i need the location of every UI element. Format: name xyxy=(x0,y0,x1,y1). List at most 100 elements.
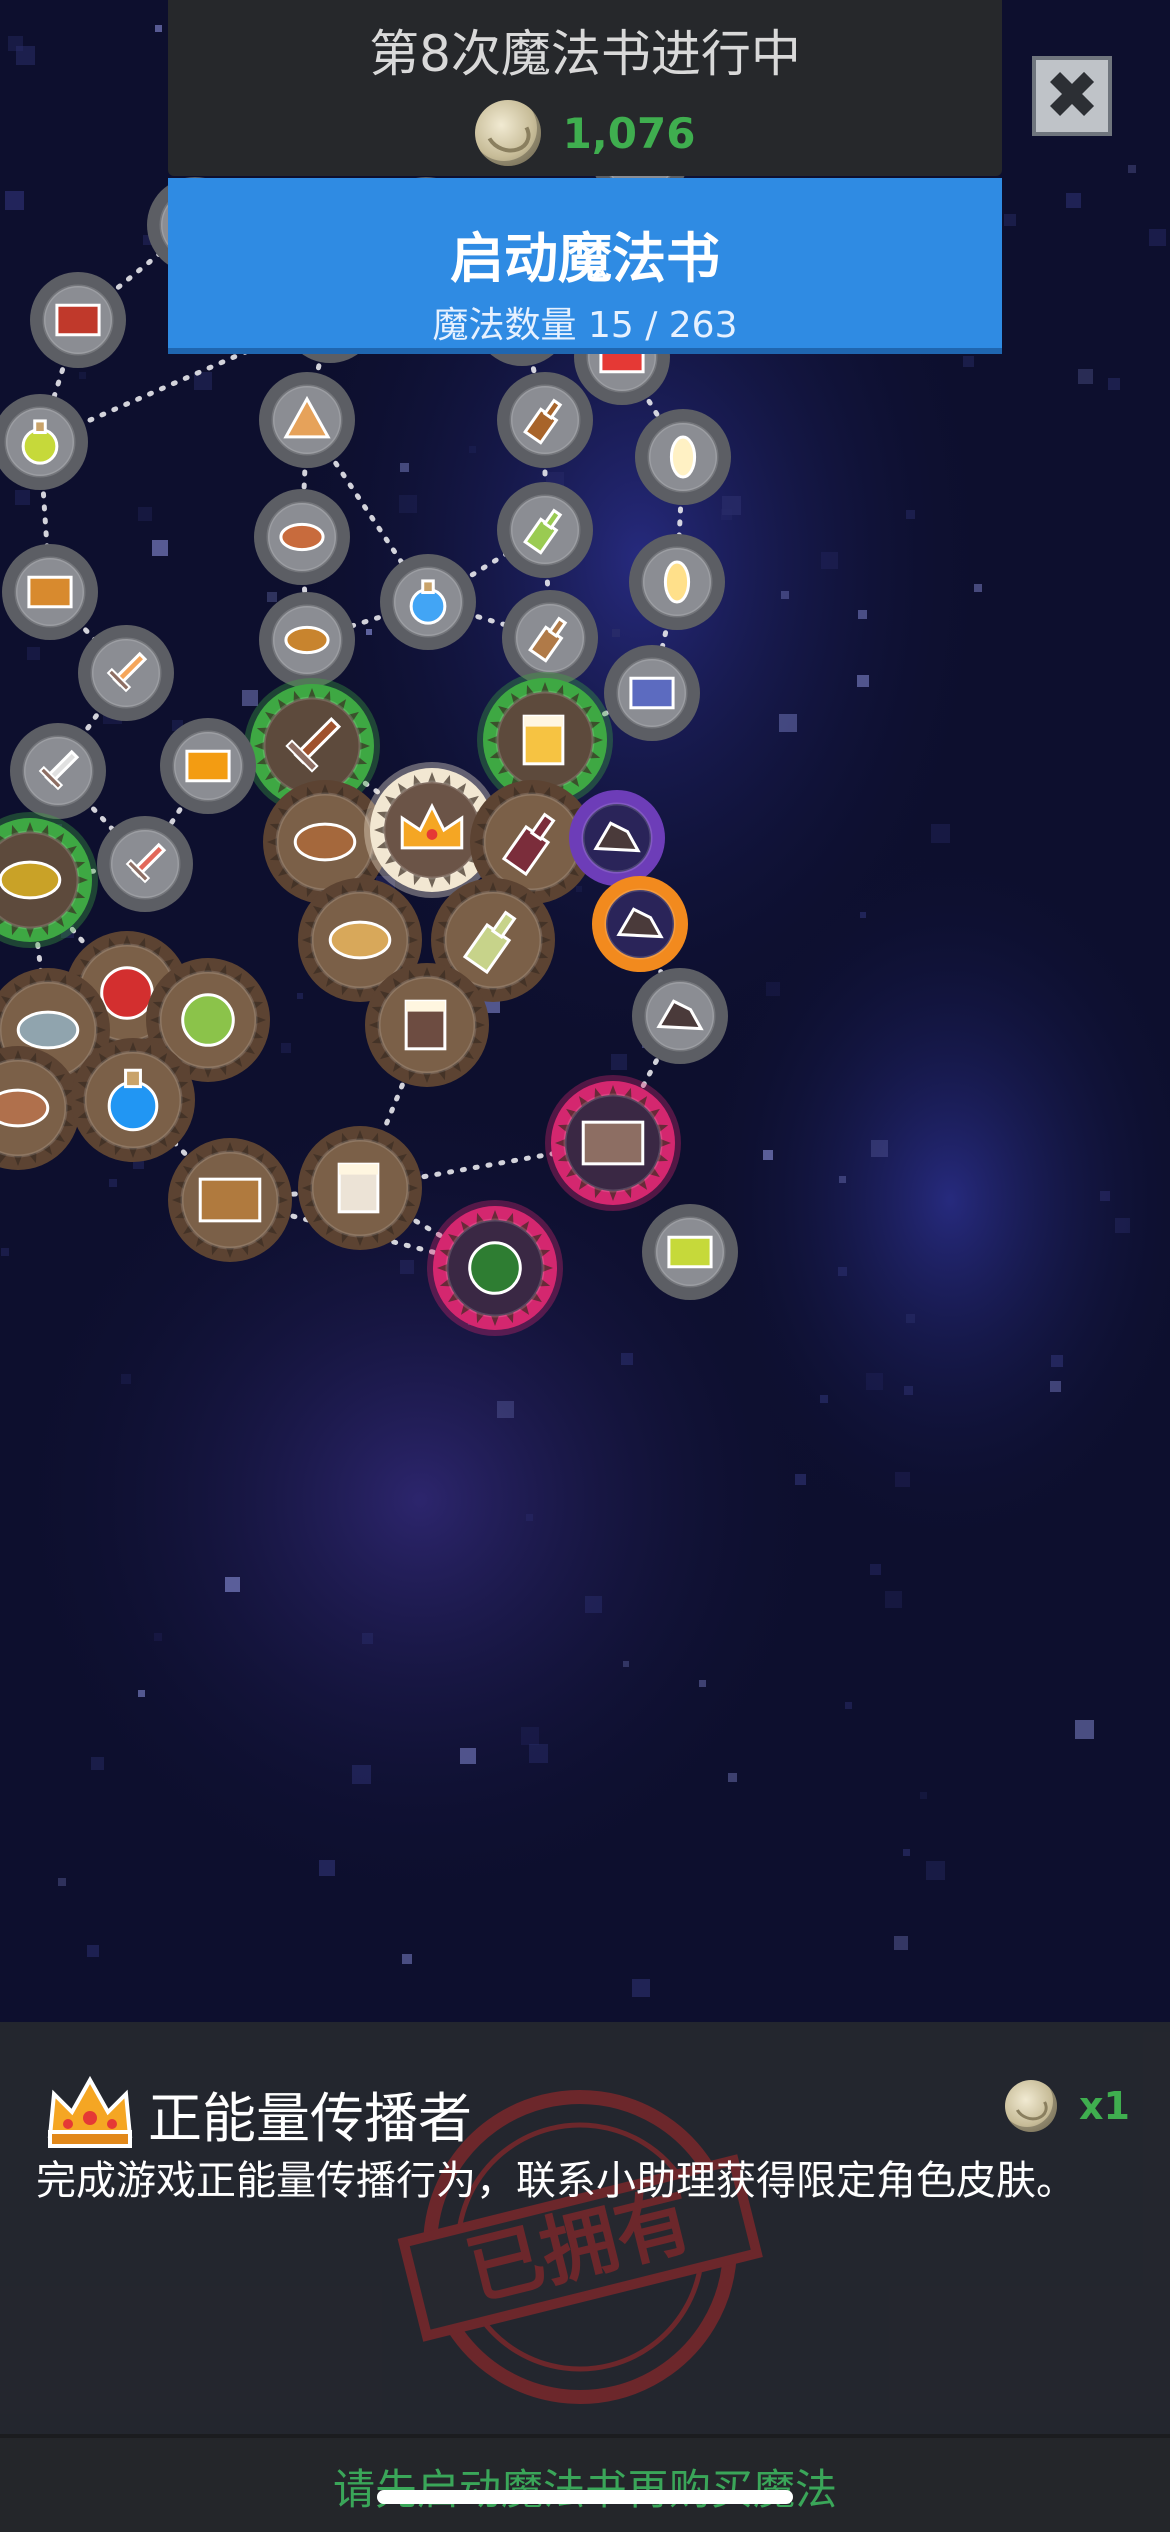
soup-icon xyxy=(328,920,392,960)
leaf-icon xyxy=(468,1241,522,1295)
star-pixel xyxy=(906,510,915,519)
star-pixel xyxy=(766,982,780,996)
start-magic-book-button[interactable]: 启动魔法书 魔法数量 15 / 263 xyxy=(168,178,1002,354)
book-icon xyxy=(198,1177,262,1223)
magic-node-leaf[interactable] xyxy=(427,1200,563,1336)
coffee-icon xyxy=(337,1162,380,1214)
star-pixel xyxy=(904,1386,913,1395)
hotdog-icon xyxy=(279,522,325,552)
star-pixel xyxy=(781,591,789,599)
magic-node-winged-boot[interactable] xyxy=(604,645,700,741)
magic-node-rum-bottle[interactable] xyxy=(502,590,598,686)
star-pixel xyxy=(885,1591,902,1608)
magic-node-pizza[interactable] xyxy=(259,372,355,468)
star-pixel xyxy=(576,886,582,892)
magic-node-stout[interactable] xyxy=(365,963,489,1087)
star-pixel xyxy=(860,912,866,918)
star-pixel xyxy=(1115,1218,1130,1233)
close-button[interactable]: ✖ xyxy=(1032,56,1112,136)
star-pixel xyxy=(469,446,476,453)
magic-node-ore[interactable] xyxy=(592,876,688,972)
magic-node-treasure-chest[interactable] xyxy=(2,544,98,640)
star-pixel xyxy=(857,675,869,687)
star-pixel xyxy=(1,1248,9,1256)
burger-icon xyxy=(284,625,330,655)
purchase-bar[interactable]: 请先启动魔法书再购买魔法 xyxy=(0,2434,1170,2532)
magic-node-sword[interactable] xyxy=(78,625,174,721)
magic-node-blue-potion[interactable] xyxy=(380,554,476,650)
robot-icon xyxy=(581,1120,645,1166)
magic-node-dagger[interactable] xyxy=(10,723,106,819)
stout-icon xyxy=(404,999,447,1051)
star-pixel xyxy=(895,1472,910,1487)
star-pixel xyxy=(871,1140,888,1157)
star-pixel xyxy=(529,1744,548,1763)
winged-boot-icon xyxy=(629,676,675,710)
magic-cost: x1 xyxy=(1005,2080,1130,2132)
magic-node-book[interactable] xyxy=(168,1138,292,1262)
star-pixel xyxy=(460,1748,476,1764)
star-pixel xyxy=(821,552,838,569)
magic-node-ore[interactable] xyxy=(632,968,728,1064)
star-pixel xyxy=(5,191,24,210)
slime-icon xyxy=(0,860,62,900)
page-title: 第8次魔法书进行中 xyxy=(369,25,801,83)
star-pixel xyxy=(1051,1355,1063,1367)
apple-icon xyxy=(100,966,154,1020)
magic-node-gift[interactable] xyxy=(642,1204,738,1300)
magic-node-robot[interactable] xyxy=(545,1075,681,1211)
magic-node-hotdog[interactable] xyxy=(254,489,350,585)
star-pixel xyxy=(866,1373,883,1390)
magic-node-red-sword[interactable] xyxy=(97,816,193,912)
star-pixel xyxy=(845,1702,852,1709)
magic-node-candle[interactable] xyxy=(635,409,731,505)
magic-node-burger[interactable] xyxy=(259,592,355,688)
magic-node-bacon[interactable] xyxy=(30,272,126,368)
star-pixel xyxy=(27,647,40,660)
magic-node-ore[interactable] xyxy=(569,790,665,886)
star-pixel xyxy=(1050,1381,1061,1392)
star-pixel xyxy=(870,1564,881,1575)
star-pixel xyxy=(79,372,86,379)
magic-node-battery[interactable] xyxy=(160,718,256,814)
coin-icon xyxy=(1005,2080,1058,2132)
star-pixel xyxy=(154,1633,162,1641)
fish-icon xyxy=(16,1010,80,1050)
magic-node-lit-candle[interactable] xyxy=(629,534,725,630)
magic-detail-panel: 已拥有 正能量传播者 x1 完成游戏正能量传播行为，联系小助理获得限定角色皮肤。 xyxy=(0,2022,1170,2434)
magic-node-coffee[interactable] xyxy=(298,1126,422,1250)
star-pixel xyxy=(839,1176,846,1183)
star-pixel xyxy=(281,1043,291,1053)
magic-node-wine-bottle[interactable] xyxy=(497,482,593,578)
star-pixel xyxy=(779,714,797,732)
star-pixel xyxy=(612,629,620,637)
star-pixel xyxy=(1128,165,1136,173)
star-pixel xyxy=(1108,378,1120,390)
magic-node-mana-potion[interactable] xyxy=(71,1038,195,1162)
star-pixel xyxy=(906,1314,915,1323)
star-pixel xyxy=(621,1353,633,1365)
star-pixel xyxy=(1100,1191,1110,1201)
star-pixel xyxy=(138,507,152,521)
star-pixel xyxy=(926,1861,945,1880)
star-pixel xyxy=(1149,229,1166,246)
candle-icon xyxy=(669,435,697,479)
treasure-chest-icon xyxy=(27,575,73,609)
star-pixel xyxy=(1066,193,1081,208)
star-pixel xyxy=(109,1179,117,1187)
star-pixel xyxy=(920,1792,927,1799)
star-pixel xyxy=(838,1267,847,1276)
star-pixel xyxy=(91,1757,104,1770)
star-pixel xyxy=(225,1577,240,1592)
star-pixel xyxy=(894,1936,908,1950)
home-indicator[interactable] xyxy=(377,2490,793,2504)
beer-icon xyxy=(522,714,565,766)
magic-description: 完成游戏正能量传播行为，联系小助理获得限定角色皮肤。 xyxy=(36,2158,1076,2204)
star-pixel xyxy=(931,824,950,843)
star-pixel xyxy=(585,1596,602,1613)
star-pixel xyxy=(974,584,982,592)
star-pixel xyxy=(121,1374,131,1384)
star-pixel xyxy=(820,1395,828,1403)
magic-node-whiskey[interactable] xyxy=(497,372,593,468)
star-pixel xyxy=(362,1633,373,1644)
